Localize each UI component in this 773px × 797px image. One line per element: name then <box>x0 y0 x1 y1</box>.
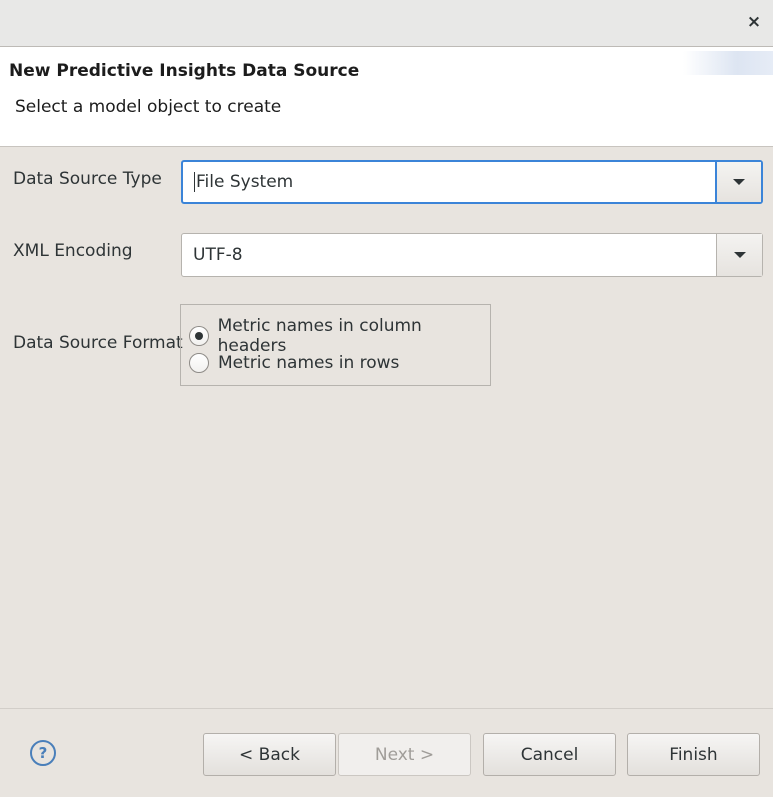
radio-label-column-headers: Metric names in column headers <box>217 316 422 356</box>
xml-encoding-value: UTF-8 <box>193 245 243 265</box>
header-banner-image <box>683 51 773 75</box>
xml-encoding-dropdown-button[interactable] <box>716 234 762 276</box>
data-source-type-dropdown-button[interactable] <box>715 162 761 202</box>
title-bar: × <box>0 0 773 47</box>
finish-button[interactable]: Finish <box>627 733 760 776</box>
radio-button-column-headers[interactable] <box>189 326 209 346</box>
help-icon[interactable]: ? <box>30 740 56 766</box>
text-cursor <box>194 172 195 192</box>
data-source-format-label: Data Source Format <box>13 333 183 353</box>
radio-label-rows: Metric names in rows <box>218 353 400 373</box>
wizard-title: New Predictive Insights Data Source <box>9 61 360 81</box>
wizard-header: New Predictive Insights Data Source Sele… <box>0 47 773 147</box>
radio-button-rows[interactable] <box>189 353 209 373</box>
data-source-type-value-wrap[interactable]: File System <box>194 162 293 202</box>
footer-separator <box>0 708 773 709</box>
back-button[interactable]: < Back <box>203 733 336 776</box>
data-source-type-combo[interactable]: File System <box>181 160 763 204</box>
radio-option-rows[interactable]: Metric names in rows <box>189 353 399 373</box>
data-source-format-group: Metric names in column headers Metric na… <box>180 304 491 386</box>
chevron-down-icon <box>733 252 746 258</box>
chevron-down-icon <box>733 179 745 185</box>
cancel-button[interactable]: Cancel <box>483 733 616 776</box>
wizard-description: Select a model object to create <box>15 97 282 117</box>
next-button[interactable]: Next > <box>338 733 471 776</box>
xml-encoding-label: XML Encoding <box>13 241 133 261</box>
close-icon[interactable]: × <box>741 9 767 35</box>
data-source-type-value: File System <box>196 172 294 192</box>
radio-option-column-headers[interactable]: Metric names in column headers <box>189 316 490 356</box>
xml-encoding-combo[interactable]: UTF-8 <box>181 233 763 277</box>
data-source-type-label: Data Source Type <box>13 169 162 189</box>
